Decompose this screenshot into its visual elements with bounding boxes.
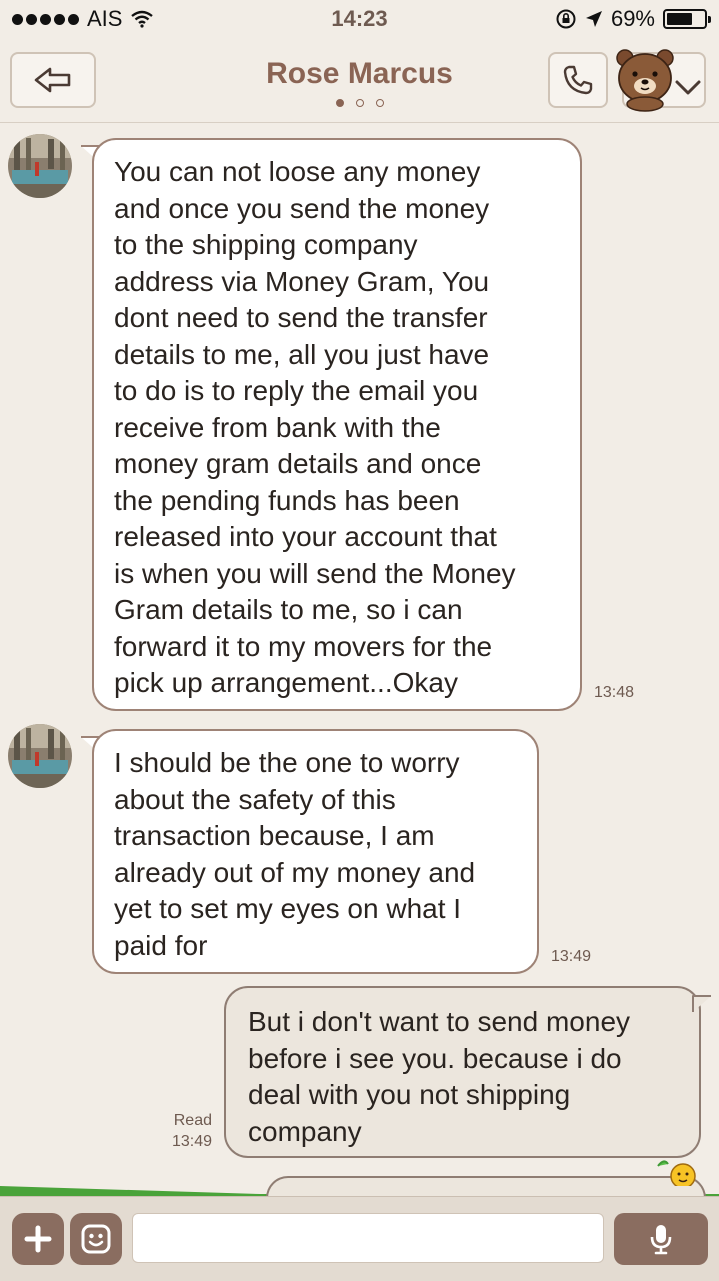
message-line: before i see you. because i do xyxy=(248,1042,622,1074)
message-line: Gram details to me, so i can xyxy=(114,594,463,625)
plus-icon xyxy=(24,1225,52,1253)
read-receipt: Read 13:49 xyxy=(150,1110,212,1152)
battery-fill xyxy=(667,13,692,25)
message-bubble[interactable]: I should be the one to worry about the s… xyxy=(92,729,539,974)
read-label: Read xyxy=(173,1112,212,1129)
message-line: and once you send the money xyxy=(114,192,490,224)
call-button[interactable] xyxy=(548,52,608,108)
message-line: I should be the one to worry xyxy=(114,747,460,778)
page-dot xyxy=(375,99,384,107)
menu-button[interactable] xyxy=(612,46,706,112)
message-composer xyxy=(0,1196,719,1281)
message-line: to do is to reply the email you xyxy=(114,375,479,406)
page-dot xyxy=(355,99,364,107)
message-line: to the shipping company xyxy=(114,229,418,260)
chevron-down-icon xyxy=(675,80,701,95)
message-line: deal with you not shipping xyxy=(248,1079,571,1110)
message-line: dont need to send the transfer xyxy=(114,302,488,333)
microphone-icon xyxy=(650,1225,672,1255)
battery-percent: 69% xyxy=(610,6,655,31)
message-line: already out of my money and xyxy=(114,856,476,888)
message-line: forward it to my movers for the xyxy=(114,630,493,662)
message-input[interactable] xyxy=(132,1213,604,1263)
battery-icon xyxy=(663,9,711,29)
message-line: details to me, all you just have xyxy=(114,338,490,370)
chat-header: Rose Marcus xyxy=(0,40,719,123)
emoticon-button[interactable] xyxy=(70,1213,122,1265)
message-timestamp: 13:49 xyxy=(171,1133,212,1150)
bear-sticker-icon xyxy=(616,49,674,112)
message-line: yet to set my eyes on what I xyxy=(114,893,462,924)
message-line: transaction because, I am xyxy=(114,820,435,851)
message-line: But i don't want to send money xyxy=(248,1006,631,1037)
message-line: money gram details and once xyxy=(114,448,482,479)
message-line: about the safety of this xyxy=(114,783,396,815)
message-line: pick up arrangement...Okay xyxy=(114,667,458,698)
message-line: released into your account that xyxy=(114,521,497,552)
sun-sticker-icon xyxy=(657,1160,696,1186)
bubble-tail xyxy=(692,995,711,1012)
message-timestamp: 13:48 xyxy=(594,684,635,701)
voice-message-button[interactable] xyxy=(614,1213,708,1265)
message-line: is when you will send the Money xyxy=(114,557,516,589)
page-dot xyxy=(335,99,344,107)
emoticon-icon xyxy=(81,1224,111,1254)
message-line: paid for xyxy=(114,929,208,961)
message-bubble[interactable]: But i don't want to send money before i … xyxy=(224,986,701,1158)
contact-avatar[interactable] xyxy=(8,724,72,788)
location-arrow-icon xyxy=(585,11,602,27)
phone-icon xyxy=(563,65,593,95)
message-line: receive from bank with the xyxy=(114,411,441,443)
message-line: address via Money Gram, You xyxy=(114,265,490,297)
message-timestamp: 13:49 xyxy=(551,948,592,965)
message-line: You can not loose any money xyxy=(114,156,481,187)
contact-avatar[interactable] xyxy=(8,134,72,198)
orientation-lock-icon xyxy=(556,9,576,29)
message-line: the pending funds has been xyxy=(114,484,460,516)
status-bar: AIS 14:23 69% xyxy=(0,0,719,40)
message-line: company xyxy=(248,1115,362,1147)
add-attachment-button[interactable] xyxy=(12,1213,64,1265)
message-bubble[interactable]: You can not loose any money and once you… xyxy=(92,138,582,711)
